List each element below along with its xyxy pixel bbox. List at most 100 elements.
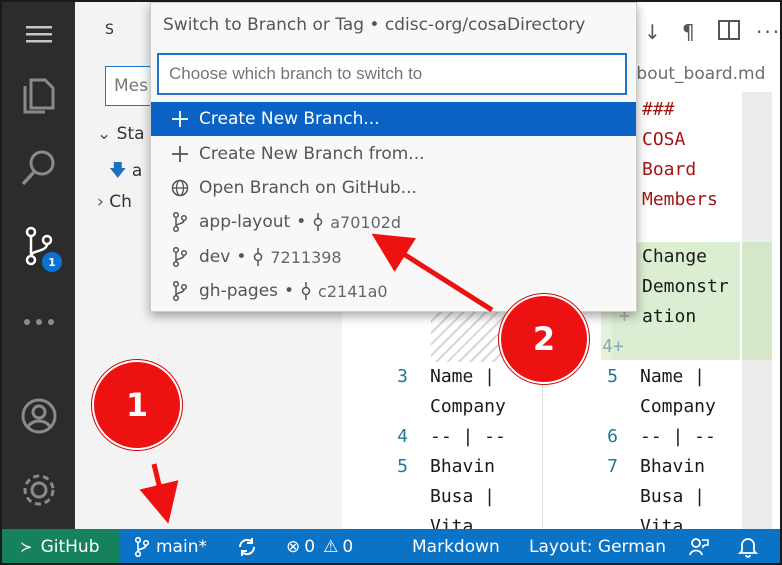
code-line: Demonstr bbox=[642, 276, 729, 297]
right-added-lines: Change Demonstr ation bbox=[642, 242, 729, 332]
remote-indicator[interactable]: ≻ GitHub bbox=[2, 529, 120, 563]
explorer-icon[interactable] bbox=[2, 66, 75, 126]
remote-icon: ≻ bbox=[20, 538, 33, 556]
line-number: 5 bbox=[607, 366, 618, 387]
git-commit-icon bbox=[312, 212, 324, 232]
bell-icon[interactable] bbox=[738, 529, 764, 563]
git-branch-icon bbox=[134, 537, 150, 557]
right-header-lines: ### COSA Board Members bbox=[642, 95, 718, 215]
more-actions-icon[interactable]: ··· bbox=[756, 20, 780, 44]
git-branch-icon bbox=[165, 247, 195, 267]
branch-item-dev[interactable]: dev • 7211398 bbox=[151, 240, 636, 274]
code-line: Busa | bbox=[640, 486, 706, 507]
chevron-right-icon: › bbox=[97, 192, 110, 212]
pilcrow-icon[interactable]: ¶ bbox=[682, 20, 695, 44]
menu-icon[interactable] bbox=[2, 4, 75, 64]
overview-ruler-change bbox=[742, 242, 772, 360]
feedback-icon[interactable] bbox=[688, 529, 716, 563]
error-icon: ⊗ bbox=[286, 537, 301, 557]
code-line: Bhavin bbox=[430, 456, 496, 477]
code-line: ation bbox=[642, 306, 697, 327]
settings-gear-icon[interactable] bbox=[2, 460, 75, 520]
separator: • bbox=[296, 212, 307, 232]
git-commit-icon bbox=[252, 247, 264, 267]
callout-2: 2 bbox=[499, 294, 589, 384]
editor-tab-title[interactable]: about_board.md bbox=[626, 64, 765, 84]
line-number bbox=[382, 392, 408, 422]
separator: • bbox=[284, 281, 295, 301]
commit-hash: 7211398 bbox=[270, 247, 342, 267]
branch-quick-pick: Switch to Branch or Tag • cdisc-org/cosa… bbox=[150, 2, 637, 312]
item-label: dev bbox=[199, 247, 231, 267]
added-line-number: 4+ bbox=[602, 336, 624, 357]
code-line: COSA bbox=[642, 129, 686, 150]
code-line: Bhavin bbox=[640, 456, 706, 477]
warning-count: 0 bbox=[342, 537, 354, 557]
right-code-lines: 5 Name | Company 6 -- | -- 7 Bhavin Busa | … bbox=[592, 362, 716, 542]
code-line: Name | bbox=[640, 366, 706, 387]
line-number: 5 bbox=[397, 456, 408, 477]
problems-status-item[interactable]: ⊗ 0 ⚠ 0 bbox=[286, 529, 354, 563]
search-icon[interactable] bbox=[2, 138, 75, 198]
more-icon[interactable] bbox=[2, 292, 75, 352]
item-label: Open Branch on GitHub... bbox=[199, 178, 417, 198]
line-number: 6 bbox=[607, 426, 618, 447]
branch-search-input[interactable] bbox=[157, 53, 627, 95]
code-line: Company bbox=[430, 396, 506, 417]
code-line: -- | -- bbox=[430, 426, 506, 447]
code-line: Members bbox=[642, 189, 718, 210]
staged-changes-group[interactable]: ⌄ Sta bbox=[97, 124, 145, 144]
branch-label: main* bbox=[156, 537, 207, 557]
item-label: app-layout bbox=[199, 212, 291, 232]
code-line: Company bbox=[640, 396, 716, 417]
keyboard-layout[interactable]: Layout: German bbox=[529, 529, 666, 563]
open-branch-on-github-item[interactable]: Open Branch on GitHub... bbox=[151, 171, 636, 205]
activity-bar: 1 bbox=[2, 2, 75, 529]
changes-group[interactable]: › Ch bbox=[97, 192, 132, 212]
item-label: Create New Branch from... bbox=[199, 144, 425, 164]
account-icon[interactable] bbox=[2, 386, 75, 446]
line-number: 3 bbox=[397, 366, 408, 387]
remote-label: GitHub bbox=[40, 537, 100, 557]
line-number: 4 bbox=[397, 426, 408, 447]
branch-item-app-layout[interactable]: app-layout • a70102d bbox=[151, 205, 636, 239]
split-editor-icon[interactable] bbox=[718, 20, 740, 45]
code-line: ### bbox=[642, 99, 675, 120]
line-number bbox=[382, 482, 408, 512]
left-code-lines: 3 Name | Company 4 -- | -- 5 Bhavin Busa | … bbox=[382, 362, 506, 542]
line-number bbox=[592, 482, 618, 512]
quick-pick-title: Switch to Branch or Tag • cdisc-org/cosa… bbox=[163, 15, 586, 35]
git-branch-icon bbox=[165, 281, 195, 301]
callout-1: 1 bbox=[92, 360, 182, 450]
item-label: Create New Branch... bbox=[199, 109, 380, 129]
down-arrow-icon: 🡇 bbox=[109, 161, 132, 181]
staged-file-item[interactable]: 🡇 a bbox=[109, 158, 142, 187]
arrow-down-icon[interactable]: ↓ bbox=[644, 20, 661, 44]
commit-hash: a70102d bbox=[330, 212, 402, 232]
branch-status-item[interactable]: main* bbox=[134, 529, 207, 563]
code-line: Name | bbox=[430, 366, 496, 387]
language-mode[interactable]: Markdown bbox=[412, 529, 500, 563]
code-line: Board bbox=[642, 159, 697, 180]
line-number bbox=[592, 392, 618, 422]
code-line: Change bbox=[642, 246, 708, 267]
item-label: gh-pages bbox=[199, 281, 279, 301]
status-bar: ≻ GitHub main* ⊗ 0 ⚠ 0 Markdown Layout: … bbox=[2, 529, 780, 563]
sync-icon[interactable] bbox=[236, 529, 264, 563]
code-line: -- | -- bbox=[640, 426, 716, 447]
plus-icon bbox=[165, 145, 195, 163]
warning-icon: ⚠ bbox=[323, 537, 339, 557]
source-control-badge: 1 bbox=[42, 252, 62, 272]
sidebar-header: S bbox=[105, 22, 115, 38]
error-count: 0 bbox=[304, 537, 316, 557]
globe-icon bbox=[165, 179, 195, 197]
vscode-window: 1 S Mes ⌄ Sta 🡇 a › Ch ↓ ¶ ··· about_boa… bbox=[0, 0, 782, 565]
source-control-icon[interactable]: 1 bbox=[2, 216, 75, 276]
chevron-down-icon: ⌄ bbox=[97, 124, 117, 144]
plus-icon bbox=[165, 110, 195, 128]
git-commit-icon bbox=[300, 281, 312, 301]
create-new-branch-item[interactable]: Create New Branch... bbox=[151, 102, 636, 136]
line-number: 7 bbox=[607, 456, 618, 477]
create-new-branch-from-item[interactable]: Create New Branch from... bbox=[151, 137, 636, 171]
code-line: Busa | bbox=[430, 486, 496, 507]
